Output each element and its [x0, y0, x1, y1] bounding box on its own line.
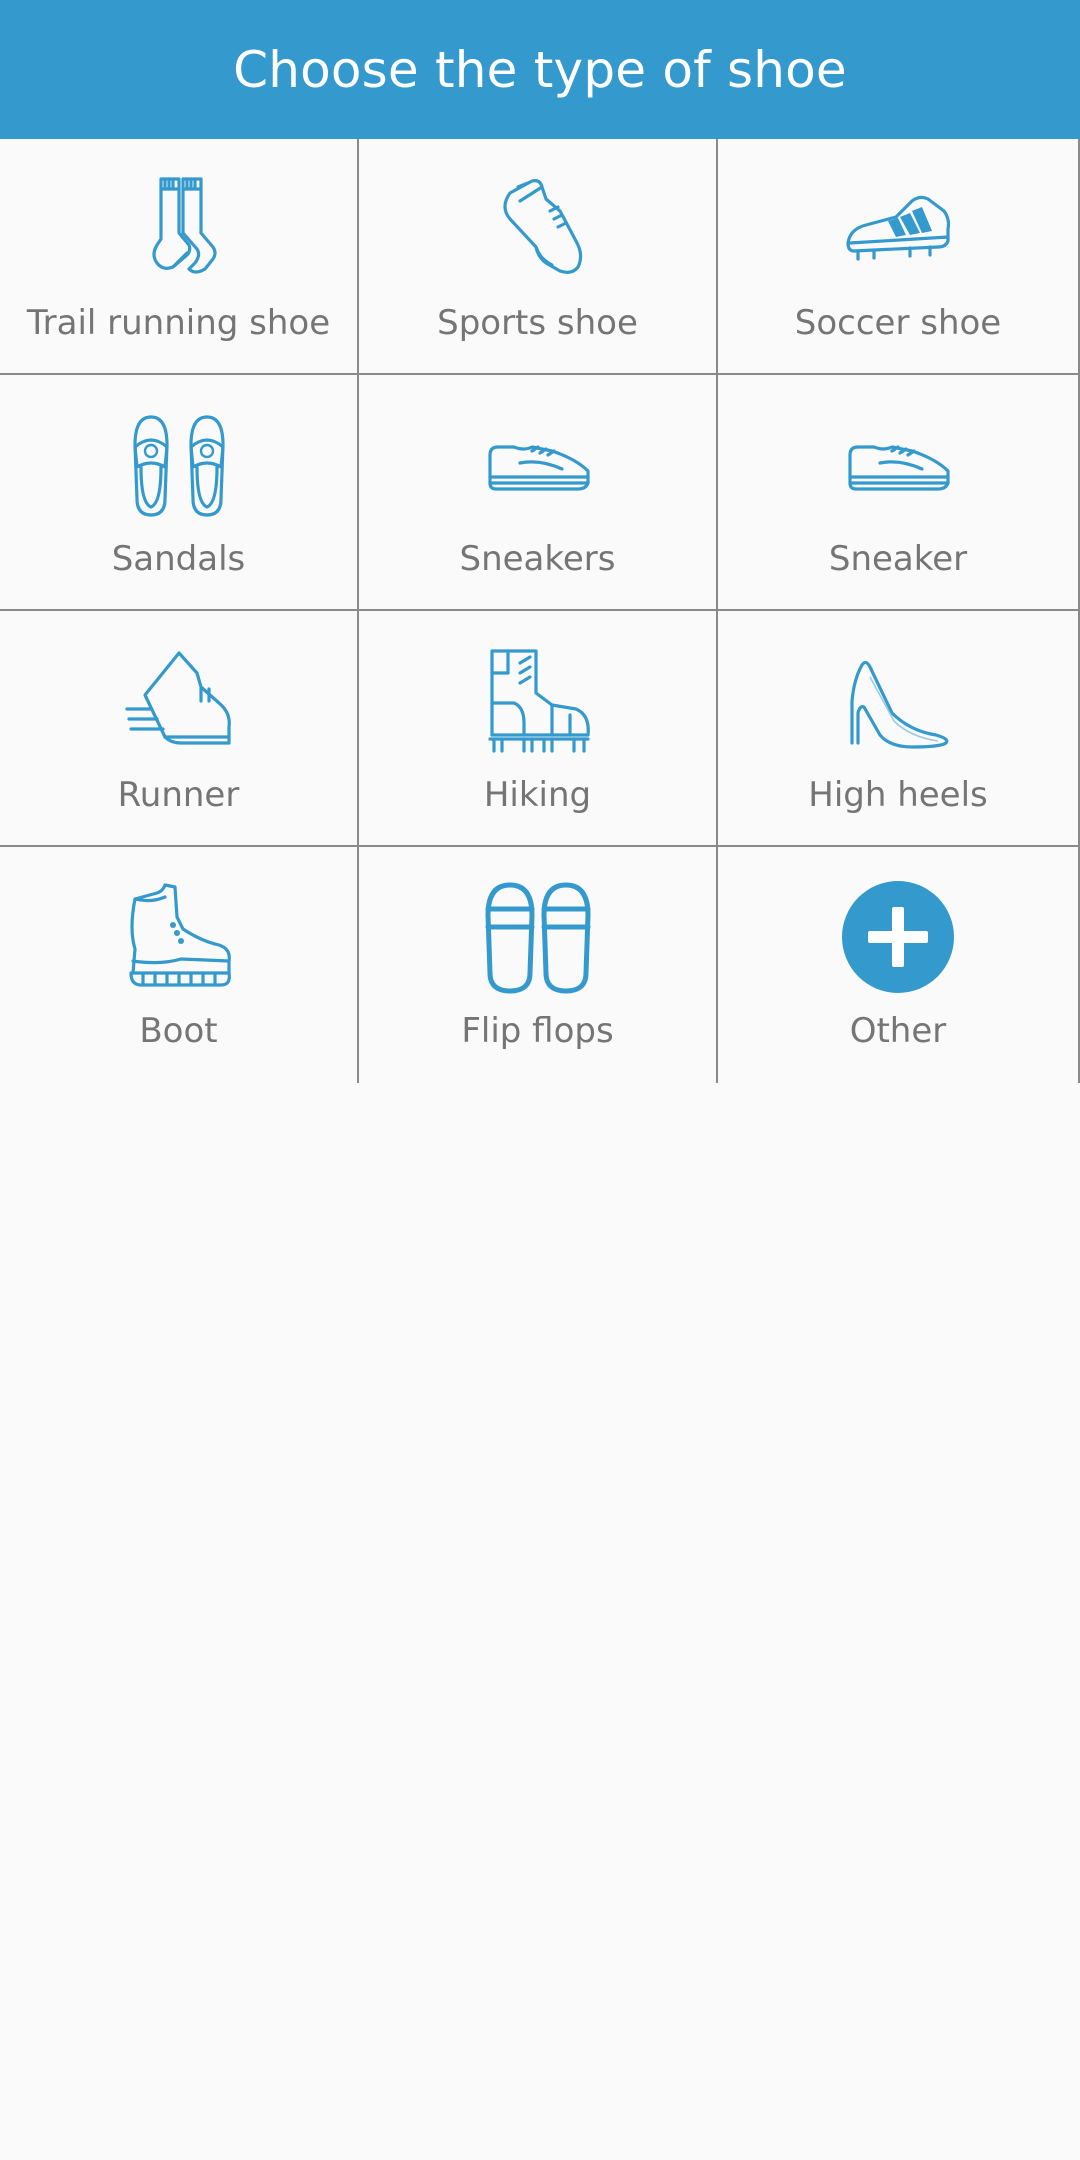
shoe-type-label: Sports shoe — [437, 303, 638, 343]
shoe-type-hiking[interactable]: Hiking — [359, 611, 718, 847]
shoe-type-high-heels[interactable]: High heels — [718, 611, 1080, 847]
shoe-type-trail-running[interactable]: Trail running shoe — [0, 139, 359, 375]
sandals-icon — [121, 407, 237, 523]
shoe-type-label: Sneaker — [828, 539, 968, 579]
shoe-type-soccer[interactable]: Soccer shoe — [718, 139, 1080, 375]
high-heel-icon — [840, 643, 956, 759]
shoe-type-label: Soccer shoe — [794, 303, 1002, 343]
sneaker-icon — [840, 407, 956, 523]
plus-circle-icon — [840, 879, 956, 995]
shoe-type-label: Trail running shoe — [26, 303, 331, 343]
shoe-type-runner[interactable]: Runner — [0, 611, 359, 847]
shoe-type-grid: Trail running shoe Sports shoe Soccer sh… — [0, 139, 1080, 1083]
shoe-type-flip-flops[interactable]: Flip flops — [359, 847, 718, 1083]
sneakers-icon — [480, 407, 596, 523]
sports-shoe-icon — [480, 171, 596, 287]
hiking-boot-icon — [480, 643, 596, 759]
shoe-type-label: Sneakers — [459, 539, 616, 579]
shoe-type-boot[interactable]: Boot — [0, 847, 359, 1083]
shoe-type-sports[interactable]: Sports shoe — [359, 139, 718, 375]
shoe-type-label: Flip flops — [461, 1011, 614, 1051]
shoe-type-sneakers[interactable]: Sneakers — [359, 375, 718, 611]
shoe-type-label: Boot — [139, 1011, 218, 1051]
shoe-type-label: Runner — [117, 775, 240, 815]
socks-icon — [121, 171, 237, 287]
shoe-type-label: High heels — [808, 775, 988, 815]
shoe-type-sneaker[interactable]: Sneaker — [718, 375, 1080, 611]
running-shoe-icon — [121, 643, 237, 759]
page-title: Choose the type of shoe — [233, 40, 847, 99]
shoe-type-label: Sandals — [111, 539, 246, 579]
header-bar: Choose the type of shoe — [0, 0, 1080, 139]
shoe-type-label: Other — [849, 1011, 947, 1051]
app-screen: Choose the type of shoe Trail running sh… — [0, 0, 1080, 2160]
boot-icon — [121, 879, 237, 995]
shoe-type-label: Hiking — [483, 775, 592, 815]
shoe-type-other[interactable]: Other — [718, 847, 1080, 1083]
soccer-cleat-icon — [840, 171, 956, 287]
shoe-type-sandals[interactable]: Sandals — [0, 375, 359, 611]
flip-flops-icon — [480, 879, 596, 995]
